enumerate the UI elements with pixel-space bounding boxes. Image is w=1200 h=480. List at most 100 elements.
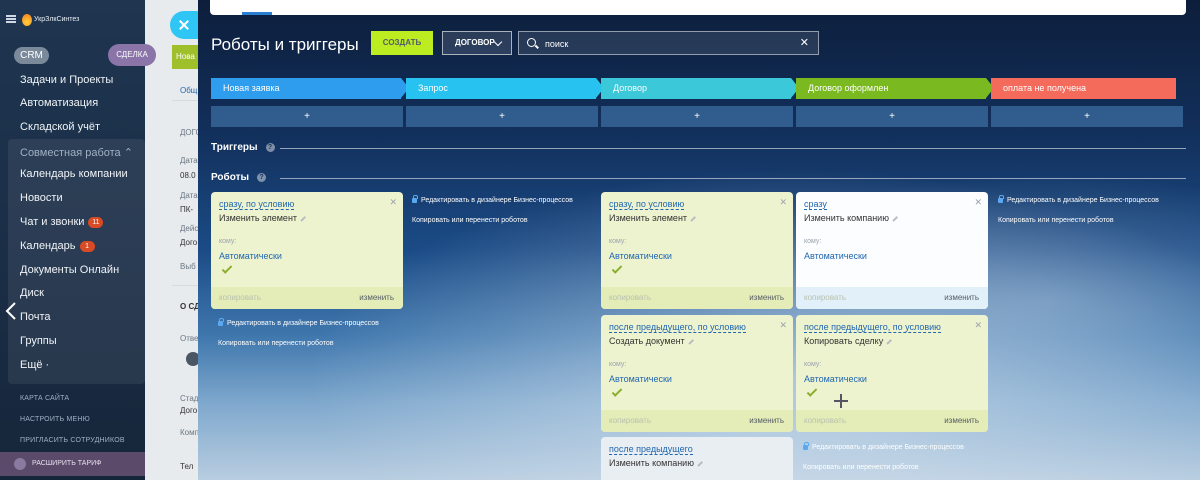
copy-link[interactable]: копировать — [804, 416, 846, 425]
sidebar-item-docs-online[interactable]: Документы Онлайн — [20, 264, 119, 276]
sidebar-item-company-calendar[interactable]: Календарь компании — [20, 168, 128, 180]
edit-link[interactable]: изменить — [359, 293, 394, 302]
edit-in-designer-link[interactable]: Редактировать в дизайнере Бизнес-процесс… — [412, 194, 573, 204]
robot-condition[interactable]: после предыдущего, по условию — [609, 322, 746, 333]
robot-condition[interactable]: сразу — [804, 199, 827, 210]
close-icon[interactable]: ✕ — [974, 320, 982, 331]
robot-card[interactable]: после предыдущего, по условию ✕ Копирова… — [796, 315, 988, 432]
pencil-icon[interactable] — [690, 215, 696, 222]
copy-link[interactable]: копировать — [609, 293, 651, 302]
robot-action-label: Создать документ — [609, 336, 685, 346]
add-trigger-button[interactable]: + — [796, 106, 988, 127]
stage-new[interactable]: Новая заявка — [211, 78, 409, 99]
stage-payment-not-received[interactable]: оплата не получена — [991, 78, 1176, 99]
robot-condition[interactable]: после предыдущего, по условию — [804, 322, 941, 333]
edit-link[interactable]: изменить — [749, 416, 784, 425]
robot-condition[interactable]: сразу, по условию — [219, 199, 295, 210]
robot-whom-value[interactable]: Автоматически — [804, 251, 867, 261]
copy-link[interactable]: копировать — [804, 293, 846, 302]
robot-condition[interactable]: после предыдущего — [609, 444, 693, 455]
copy-move-robots-link[interactable]: Копировать или перенести роботов — [998, 217, 1114, 224]
sidebar-item-news[interactable]: Новости — [20, 192, 63, 204]
deal-field-label: Отве — [180, 334, 199, 343]
sidebar-item-crm[interactable]: CRM — [14, 47, 49, 64]
search-box[interactable]: ✕ — [518, 31, 819, 55]
pencil-icon[interactable] — [300, 215, 306, 222]
search-input[interactable] — [545, 36, 785, 51]
close-icon[interactable]: ✕ — [779, 197, 787, 208]
sidebar-group-title[interactable]: Совместная работа ⌃ — [20, 146, 133, 159]
close-icon[interactable]: ✕ — [389, 197, 397, 208]
sidebar-item-label: Календарь компании — [20, 168, 128, 180]
close-icon[interactable]: ✕ — [779, 320, 787, 331]
pencil-icon[interactable] — [886, 338, 892, 345]
pencil-icon[interactable] — [697, 460, 703, 467]
clear-icon[interactable]: ✕ — [800, 36, 809, 49]
sidebar-item-calendar[interactable]: Календарь 1 — [20, 240, 95, 252]
robot-whom-value[interactable]: Автоматически — [609, 374, 672, 384]
edit-in-designer-link[interactable]: Редактировать в дизайнере Бизнес-процесс… — [998, 194, 1159, 204]
robot-card[interactable]: сразу, по условию ✕ Изменить элемент ком… — [601, 192, 793, 309]
robot-whom-value[interactable]: Автоматически — [804, 374, 867, 384]
copy-link[interactable]: копировать — [219, 293, 261, 302]
sidebar-item-tasks[interactable]: Задачи и Проекты — [20, 74, 113, 86]
category-select[interactable]: ДОГОВОР — [442, 31, 512, 55]
deal-tab-button[interactable]: СДЕЛКА — [108, 44, 156, 66]
robot-whom-value[interactable]: Автоматически — [219, 251, 282, 261]
pencil-icon[interactable] — [688, 338, 694, 345]
add-trigger-button[interactable]: + — [406, 106, 598, 127]
sidebar-item-label: Календарь — [20, 240, 76, 252]
copy-link[interactable]: копировать — [609, 416, 651, 425]
sidebar-item-disk[interactable]: Диск — [20, 287, 44, 299]
robot-card-footer: копировать изменить — [211, 287, 403, 309]
edit-in-designer-link[interactable]: Редактировать в дизайнере Бизнес-процесс… — [218, 317, 379, 327]
create-button[interactable]: СОЗДАТЬ — [371, 31, 433, 55]
robot-card-footer: копировать изменить — [796, 287, 988, 309]
sidebar-item-mail[interactable]: Почта — [20, 311, 51, 323]
sidebar-item-groups[interactable]: Группы — [20, 335, 57, 347]
add-trigger-button[interactable]: + — [211, 106, 403, 127]
help-icon[interactable]: ? — [257, 172, 267, 182]
robot-card[interactable]: после предыдущего, по условию ✕ Создать … — [601, 315, 793, 432]
robots-slider: Роботы и триггеры СОЗДАТЬ ДОГОВОР ✕ Нова… — [198, 0, 1200, 480]
sidebar-item-warehouse[interactable]: Складской учёт — [20, 121, 100, 133]
close-icon[interactable]: ✕ — [974, 197, 982, 208]
sitemap-link[interactable]: КАРТА САЙТА — [20, 395, 69, 402]
add-trigger-button[interactable]: + — [991, 106, 1183, 127]
stage-contract-signed[interactable]: Договор оформлен — [796, 78, 994, 99]
add-trigger-button[interactable]: + — [601, 106, 793, 127]
divider — [280, 178, 1186, 179]
copy-move-robots-link[interactable]: Копировать или перенести роботов — [218, 340, 334, 347]
sidebar-item-label: Новости — [20, 192, 63, 204]
robot-card[interactable]: сразу ✕ Изменить компанию кому: Автомати… — [796, 192, 988, 309]
robot-action: Изменить элемент — [219, 213, 306, 223]
invite-employees-link[interactable]: ПРИГЛАСИТЬ СОТРУДНИКОВ — [20, 437, 125, 444]
stage-contract[interactable]: Договор — [601, 78, 799, 99]
configure-menu-link[interactable]: НАСТРОИТЬ МЕНЮ — [20, 416, 90, 423]
copy-move-robots-link[interactable]: Копировать или перенести роботов — [803, 464, 919, 471]
upgrade-plan-button[interactable]: РАСШИРИТЬ ТАРИФ — [0, 452, 152, 476]
deal-tab-general[interactable]: Общ — [180, 86, 197, 95]
robot-card[interactable]: после предыдущего Изменить компанию — [601, 437, 793, 480]
edit-link[interactable]: изменить — [944, 416, 979, 425]
deal-field-value: Дого — [180, 406, 198, 415]
robot-condition[interactable]: сразу, по условию — [609, 199, 685, 210]
edit-link[interactable]: изменить — [944, 293, 979, 302]
robot-action: Изменить компанию — [609, 458, 703, 468]
menu-icon[interactable] — [6, 15, 16, 23]
chevron-left-icon[interactable] — [4, 302, 18, 320]
edit-in-designer-link[interactable]: Редактировать в дизайнере Бизнес-процесс… — [803, 441, 964, 451]
robot-whom-value[interactable]: Автоматически — [609, 251, 672, 261]
help-icon[interactable]: ? — [265, 142, 275, 152]
deal-field-label: Стад — [180, 394, 199, 403]
sidebar-item-automation[interactable]: Автоматизация — [20, 97, 98, 109]
stage-request[interactable]: Запрос — [406, 78, 604, 99]
edit-link[interactable]: изменить — [749, 293, 784, 302]
pencil-icon[interactable] — [892, 215, 898, 222]
sidebar-item-chat[interactable]: Чат и звонки 11 — [20, 216, 104, 228]
robot-action: Создать документ — [609, 336, 694, 346]
close-slider-button[interactable] — [170, 11, 198, 39]
copy-move-robots-link[interactable]: Копировать или перенести роботов — [412, 217, 528, 224]
robot-card[interactable]: сразу, по условию ✕ Изменить элемент ком… — [211, 192, 403, 309]
sidebar-item-more[interactable]: Ещё · — [20, 359, 49, 371]
